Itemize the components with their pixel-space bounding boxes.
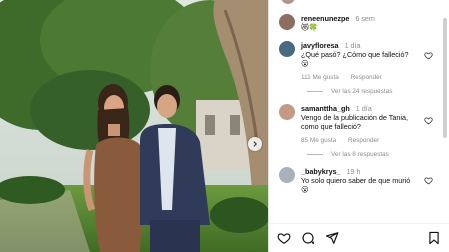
comment-icon <box>302 232 315 245</box>
heart-icon[interactable] <box>424 116 433 125</box>
divider <box>307 91 323 92</box>
avatar[interactable] <box>279 104 295 120</box>
comment-text: Yo solo quiero saber de que murió <box>301 176 411 185</box>
comment-button[interactable] <box>301 231 315 245</box>
view-replies-label: Ver las 8 respuestas <box>331 151 389 158</box>
heart-icon[interactable] <box>424 176 433 185</box>
bookmark-icon <box>429 231 439 245</box>
caption-body: reneenunezpe 6 sem 😻🍀 <box>301 14 439 32</box>
comment-username[interactable]: _babykrys_ <box>301 167 341 176</box>
heart-icon <box>277 233 291 244</box>
scrollbar-thumb[interactable] <box>443 18 447 138</box>
share-icon <box>325 232 339 244</box>
divider <box>307 154 323 155</box>
comment-time[interactable]: 19 h <box>347 167 361 176</box>
comment-time[interactable]: 1 día <box>345 41 361 50</box>
comment-time[interactable]: 1 día <box>356 104 372 113</box>
heart-icon[interactable] <box>424 51 433 60</box>
photo-illustration <box>0 0 268 252</box>
post-action-bar <box>269 223 449 252</box>
list-item: javyfloresa 1 día ¿Qué pasó? ¿Cómo que f… <box>269 41 439 82</box>
avatar[interactable] <box>279 41 295 57</box>
list-item: samanttha_gh 1 día Vengo de la publicaci… <box>269 104 439 145</box>
comment-text: ¿Qué pasó? ¿Cómo que falleció? <box>301 50 409 59</box>
reply-button[interactable]: Responder <box>348 137 379 144</box>
comment-body: _babykrys_ 19 h Yo solo quiero saber de … <box>301 167 439 194</box>
comment-body: samanttha_gh 1 día Vengo de la publicaci… <box>301 104 439 145</box>
chevron-right-icon <box>253 141 257 147</box>
comment-text: Vengo de la publicación de Tania, como q… <box>301 113 408 131</box>
list-item: _babykrys_ 19 h Yo solo quiero saber de … <box>269 167 439 194</box>
avatar[interactable] <box>279 14 295 30</box>
like-button[interactable] <box>277 231 291 245</box>
view-replies-label: Ver las 24 respuestas <box>331 88 393 95</box>
like-count[interactable]: 85 Me gusta <box>301 137 336 144</box>
post-photo[interactable] <box>0 0 268 252</box>
comment-emoji: 😮 <box>301 185 309 194</box>
comment-body: javyfloresa 1 día ¿Qué pasó? ¿Cómo que f… <box>301 41 439 82</box>
comment-emoji: 😮 <box>301 59 309 68</box>
comment-username[interactable]: javyfloresa <box>301 41 339 50</box>
save-button[interactable] <box>427 231 441 245</box>
avatar <box>281 0 295 4</box>
caption-time[interactable]: 6 sem <box>355 14 375 23</box>
comment-username[interactable]: samanttha_gh <box>301 104 350 113</box>
caption-username[interactable]: reneenunezpe <box>301 14 349 23</box>
comment-list: reneenunezpe 6 sem 😻🍀 javyfloresa 1 día … <box>269 14 439 194</box>
carousel-next-button[interactable] <box>248 137 262 151</box>
view-replies-button[interactable]: Ver las 8 respuestas <box>307 151 439 158</box>
comments-panel: reneenunezpe 6 sem 😻🍀 javyfloresa 1 día … <box>268 0 449 252</box>
share-button[interactable] <box>325 231 339 245</box>
view-replies-button[interactable]: Ver las 24 respuestas <box>307 88 439 95</box>
caption: reneenunezpe 6 sem 😻🍀 <box>269 14 439 32</box>
reply-button[interactable]: Responder <box>351 74 382 81</box>
avatar[interactable] <box>279 167 295 183</box>
like-count[interactable]: 111 Me gusta <box>301 74 339 81</box>
caption-text: 😻🍀 <box>301 23 319 32</box>
instagram-post-view: reneenunezpe 6 sem 😻🍀 javyfloresa 1 día … <box>0 0 449 252</box>
